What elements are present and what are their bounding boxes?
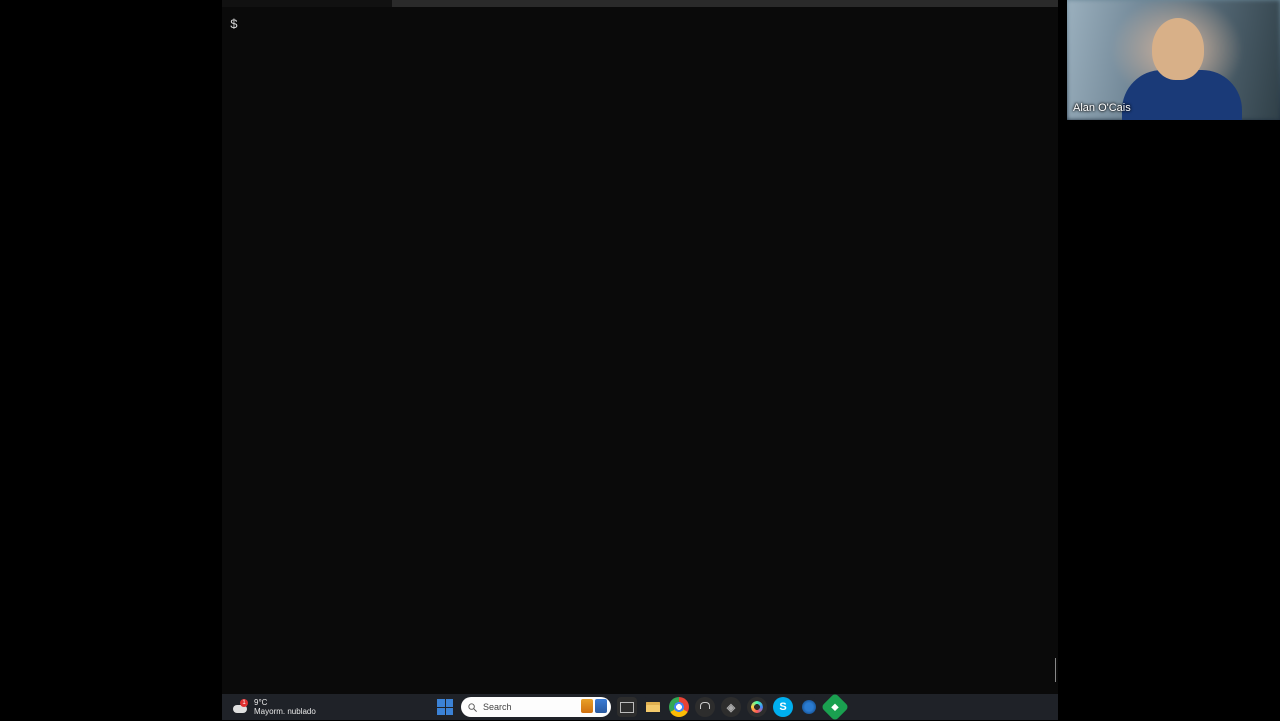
taskview-icon[interactable]: [617, 697, 637, 717]
windows-taskbar: 1 9°C Mayorm. nublado Search ◈: [222, 694, 1058, 720]
search-right-icons: [581, 699, 607, 713]
search-placeholder: Search: [483, 702, 512, 712]
address-bar-fragment[interactable]: [392, 0, 1058, 7]
lock-icon[interactable]: [695, 697, 715, 717]
weather-badge: 1: [240, 699, 248, 707]
window-top-strip: [222, 0, 1058, 7]
chrome-icon[interactable]: [669, 697, 689, 717]
scrollbar-fragment[interactable]: [1055, 658, 1056, 682]
webcam-speaker-name: Alan O'Cais: [1073, 102, 1131, 114]
weather-temp: 9°C: [254, 698, 316, 707]
search-icon: [467, 702, 478, 713]
webcam-person-head: [1152, 18, 1204, 80]
weather-icon: 1: [232, 699, 248, 715]
green-diamond-icon[interactable]: ⬥: [821, 693, 849, 721]
terminal-window[interactable]: $: [222, 7, 1058, 694]
globe-icon[interactable]: [799, 697, 819, 717]
file-explorer-icon[interactable]: [643, 697, 663, 717]
webcam-thumbnail[interactable]: Alan O'Cais: [1067, 0, 1280, 120]
color-ring-icon[interactable]: [747, 697, 767, 717]
weather-widget[interactable]: 1 9°C Mayorm. nublado: [222, 698, 316, 716]
start-button[interactable]: [435, 697, 455, 717]
cube-icon[interactable]: ◈: [721, 697, 741, 717]
taskbar-center: Search ◈ S ⬥: [435, 694, 845, 720]
terminal-prompt: $: [230, 17, 238, 32]
skype-icon[interactable]: S: [773, 697, 793, 717]
shared-screen: $ 1 9°C Mayorm. nublado Search: [222, 0, 1058, 720]
taskbar-search[interactable]: Search: [461, 697, 611, 717]
weather-condition: Mayorm. nublado: [254, 707, 316, 716]
